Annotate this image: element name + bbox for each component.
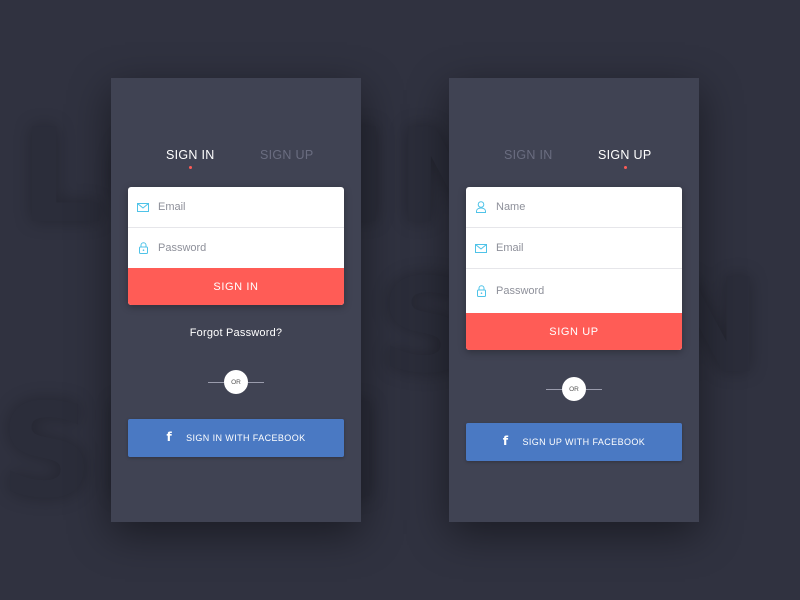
facebook-icon: f	[166, 430, 173, 444]
or-divider: OR	[449, 377, 699, 401]
tab-signup[interactable]: SIGN UP	[260, 148, 314, 162]
tab-signin[interactable]: SIGN IN	[504, 148, 553, 162]
lock-icon	[466, 285, 496, 297]
tab-signin-label: SIGN IN	[504, 148, 553, 162]
tab-signin[interactable]: SIGN IN	[166, 148, 215, 169]
tab-signup-label: SIGN UP	[260, 148, 314, 162]
lock-icon	[128, 242, 158, 254]
mail-icon	[128, 202, 158, 212]
facebook-signin-label: SIGN IN WITH FACEBOOK	[186, 433, 306, 443]
tab-signin-label: SIGN IN	[166, 148, 215, 162]
forgot-password-link[interactable]: Forgot Password?	[111, 327, 361, 339]
signin-screen: SIGN IN SIGN UP SIGN IN Forgot Password?…	[111, 78, 361, 522]
signup-screen: SIGN IN SIGN UP SIGN UP	[449, 78, 699, 522]
or-divider: OR	[111, 370, 361, 394]
signup-button-label: SIGN UP	[549, 325, 599, 338]
divider-line-left	[208, 382, 224, 383]
divider-line-right	[248, 382, 264, 383]
facebook-icon: f	[502, 434, 509, 448]
email-field	[466, 228, 682, 269]
or-badge: OR	[224, 370, 248, 394]
email-field	[128, 187, 344, 228]
facebook-signup-label: SIGN UP WITH FACEBOOK	[522, 437, 646, 447]
email-input[interactable]	[496, 242, 666, 254]
auth-tabs: SIGN IN SIGN UP	[449, 148, 699, 169]
signup-button[interactable]: SIGN UP	[466, 313, 682, 350]
name-field	[466, 187, 682, 228]
divider-line-right	[586, 389, 602, 390]
active-tab-indicator	[623, 166, 627, 169]
password-field	[466, 269, 682, 313]
signin-button[interactable]: SIGN IN	[128, 268, 344, 305]
mail-icon	[466, 243, 496, 253]
signup-form: SIGN UP	[466, 187, 682, 350]
auth-tabs: SIGN IN SIGN UP	[111, 148, 361, 169]
user-icon	[466, 201, 496, 213]
password-input[interactable]	[158, 242, 328, 254]
name-input[interactable]	[496, 201, 666, 213]
divider-line-left	[546, 389, 562, 390]
facebook-signup-button[interactable]: f SIGN UP WITH FACEBOOK	[466, 423, 682, 461]
active-tab-indicator	[189, 166, 193, 169]
password-field	[128, 228, 344, 268]
or-badge: OR	[562, 377, 586, 401]
tab-signup[interactable]: SIGN UP	[598, 148, 652, 169]
password-input[interactable]	[496, 285, 666, 297]
facebook-signin-button[interactable]: f SIGN IN WITH FACEBOOK	[128, 419, 344, 457]
signin-form: SIGN IN	[128, 187, 344, 305]
tab-signup-label: SIGN UP	[598, 148, 652, 162]
signin-button-label: SIGN IN	[213, 280, 259, 293]
email-input[interactable]	[158, 201, 328, 213]
